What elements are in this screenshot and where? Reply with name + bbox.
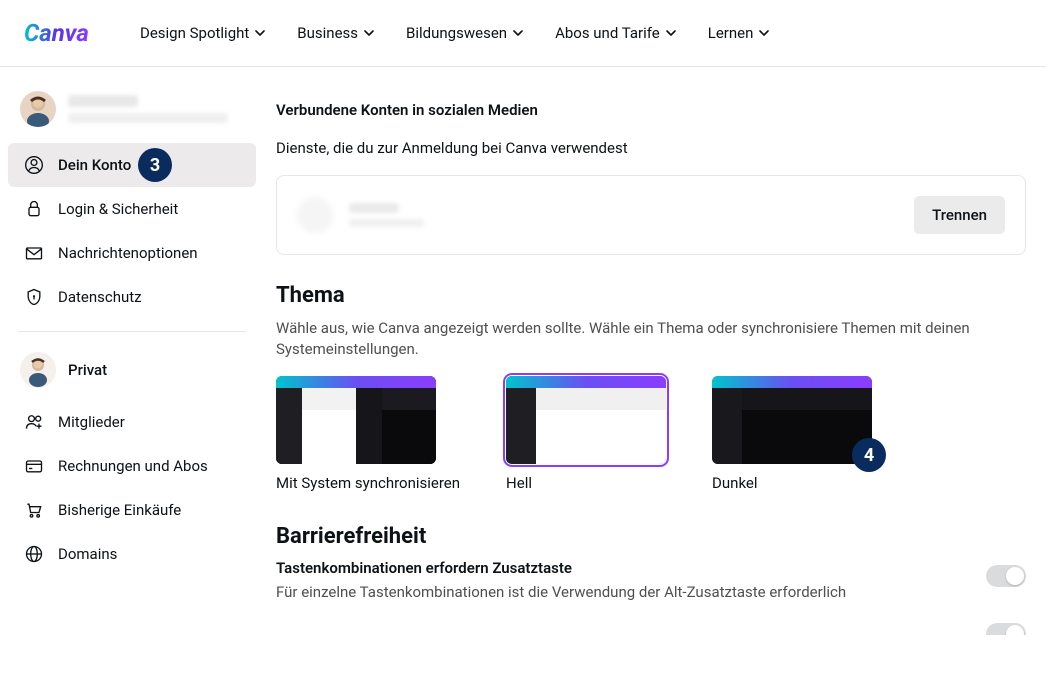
sidebar-item-privacy[interactable]: Datenschutz	[8, 275, 256, 319]
shortcut-modifier-toggle[interactable]	[986, 565, 1026, 587]
nav-label: Design Spotlight	[140, 24, 249, 42]
nav-design-spotlight[interactable]: Design Spotlight	[140, 24, 265, 42]
sidebar-item-billing[interactable]: Rechnungen und Abos	[8, 444, 256, 488]
chevron-down-icon	[666, 28, 676, 38]
shield-icon	[24, 287, 44, 307]
avatar	[20, 91, 56, 127]
nav-business[interactable]: Business	[297, 24, 374, 42]
mail-icon	[24, 243, 44, 263]
service-name-redacted	[349, 203, 424, 227]
chevron-down-icon	[513, 28, 523, 38]
sidebar-item-label: Mitglieder	[58, 413, 125, 431]
nav-label: Business	[297, 24, 358, 42]
team-block[interactable]: Privat	[8, 344, 256, 396]
sidebar-item-members[interactable]: Mitglieder	[8, 400, 256, 444]
theme-option-light[interactable]: Hell	[506, 376, 666, 492]
theme-title: Thema	[276, 283, 1026, 308]
theme-tile-system	[276, 376, 436, 464]
sidebar-item-label: Dein Konto	[58, 156, 131, 174]
sidebar-item-messages[interactable]: Nachrichtenoptionen	[8, 231, 256, 275]
svg-text:Canva: Canva	[24, 19, 89, 47]
main-content: Verbundene Konten in sozialen Medien Die…	[264, 67, 1046, 681]
service-icon-redacted	[297, 197, 333, 233]
shortcut-modifier-desc: Für einzelne Tastenkombinationen ist die…	[276, 583, 962, 601]
theme-label: Mit System synchronisieren	[276, 474, 460, 492]
nav-learn[interactable]: Lernen	[708, 24, 770, 42]
chevron-down-icon	[364, 28, 374, 38]
nav-education[interactable]: Bildungswesen	[406, 24, 523, 42]
sidebar: Dein Konto 3 Login & Sicherheit Nachrich…	[0, 67, 264, 681]
sidebar-item-label: Bisherige Einkäufe	[58, 501, 181, 519]
sidebar-item-label: Login & Sicherheit	[58, 200, 178, 218]
nav-label: Abos und Tarife	[555, 24, 660, 42]
chevron-down-icon	[255, 28, 265, 38]
sidebar-item-security[interactable]: Login & Sicherheit	[8, 187, 256, 231]
user-profile-block[interactable]	[8, 83, 256, 135]
card-icon	[24, 456, 44, 476]
user-name-redacted	[68, 95, 244, 123]
step-badge-3: 3	[138, 148, 172, 182]
sidebar-item-purchases[interactable]: Bisherige Einkäufe	[8, 488, 256, 532]
nav-plans[interactable]: Abos und Tarife	[555, 24, 676, 42]
lock-icon	[24, 199, 44, 219]
sidebar-divider	[18, 331, 246, 332]
connected-accounts-title: Verbundene Konten in sozialen Medien	[276, 101, 1026, 119]
step-badge-4: 4	[852, 438, 886, 472]
cart-icon	[24, 500, 44, 520]
sidebar-item-label: Domains	[58, 545, 117, 563]
theme-description: Wähle aus, wie Canva angezeigt werden so…	[276, 318, 976, 360]
theme-tile-light	[506, 376, 666, 464]
shortcut-modifier-label: Tastenkombinationen erfordern Zusatztast…	[276, 559, 962, 577]
disconnect-button[interactable]: Trennen	[914, 196, 1005, 234]
people-plus-icon	[24, 412, 44, 432]
nav-label: Lernen	[708, 24, 754, 42]
user-icon	[24, 155, 44, 175]
sidebar-item-label: Datenschutz	[58, 288, 142, 306]
theme-tile-dark	[712, 376, 872, 464]
theme-label: Hell	[506, 474, 666, 492]
connected-account-card: Trennen	[276, 175, 1026, 255]
toggle-partial[interactable]	[986, 623, 1026, 635]
sidebar-item-account[interactable]: Dein Konto 3	[8, 143, 256, 187]
sidebar-item-label: Rechnungen und Abos	[58, 457, 208, 475]
team-label: Privat	[68, 361, 107, 379]
nav-label: Bildungswesen	[406, 24, 507, 42]
globe-icon	[24, 544, 44, 564]
accessibility-title: Barrierefreiheit	[276, 524, 1026, 549]
theme-option-system[interactable]: Mit System synchronisieren	[276, 376, 460, 492]
sidebar-item-label: Nachrichtenoptionen	[58, 244, 198, 262]
sidebar-item-domains[interactable]: Domains	[8, 532, 256, 576]
theme-label: Dunkel	[712, 474, 872, 492]
chevron-down-icon	[759, 28, 769, 38]
theme-option-dark[interactable]: Dunkel 4	[712, 376, 872, 492]
canva-logo[interactable]: Canva	[24, 19, 104, 47]
team-avatar	[20, 352, 56, 388]
connected-accounts-subtitle: Dienste, die du zur Anmeldung bei Canva …	[276, 139, 1026, 157]
